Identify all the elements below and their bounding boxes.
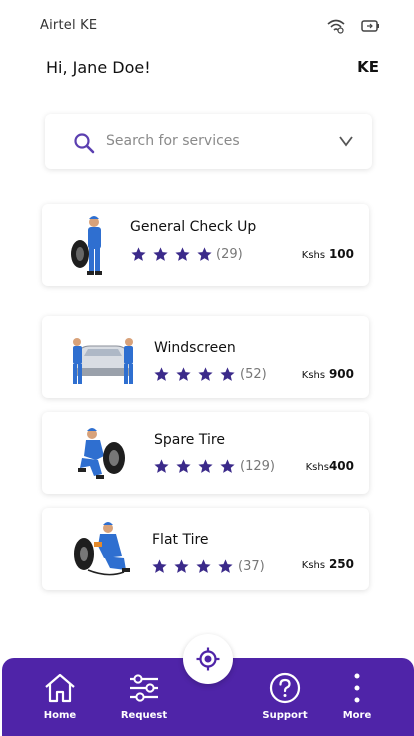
rating-stars	[153, 458, 236, 475]
price-currency: Kshs	[301, 560, 326, 571]
greeting: Hi, Jane Doe!	[46, 58, 151, 77]
star-icon	[175, 247, 190, 261]
star-icon	[198, 459, 213, 473]
status-icons	[326, 18, 380, 34]
rating-stars	[153, 366, 236, 383]
star-icon	[152, 559, 167, 573]
star-icon	[196, 559, 211, 573]
locate-icon	[196, 647, 220, 671]
service-price: Kshs 250	[302, 557, 354, 571]
price-currency: Kshs	[301, 250, 326, 261]
service-price: Kshs 100	[302, 247, 354, 261]
service-card-flat-tire[interactable]: Flat Tire (37) Kshs 250	[42, 508, 369, 590]
star-icon	[154, 459, 169, 473]
star-icon	[218, 559, 233, 573]
star-icon	[153, 247, 168, 261]
star-icon	[176, 459, 191, 473]
status-bar: Airtel KE	[0, 0, 414, 52]
review-count: (29)	[216, 247, 243, 262]
header: Hi, Jane Doe! KE	[0, 56, 414, 82]
chevron-down-icon[interactable]	[338, 134, 354, 148]
nav-item-request[interactable]: Request	[109, 672, 179, 721]
star-icon	[174, 559, 189, 573]
nav-item-more[interactable]: More	[322, 672, 392, 721]
spare-tire-illustration	[78, 428, 125, 479]
service-title: Windscreen	[154, 340, 236, 356]
price-amount: 400	[328, 459, 354, 473]
nav-item-support[interactable]: Support	[250, 672, 320, 721]
service-card-spare-tire[interactable]: Spare Tire (129) Kshs400	[42, 412, 369, 494]
nav-item-home[interactable]: Home	[25, 672, 95, 721]
carrier-name: Airtel KE	[40, 18, 98, 33]
star-icon	[131, 247, 146, 261]
mechanic-tire-illustration	[71, 216, 102, 275]
star-icon	[220, 459, 235, 473]
review-count: (52)	[240, 367, 267, 382]
windscreen-illustration	[73, 338, 133, 384]
service-card-windscreen[interactable]: Windscreen (52) Kshs 900	[42, 316, 369, 398]
search-placeholder: Search for services	[106, 133, 240, 149]
flat-tire-illustration	[74, 522, 130, 576]
help-icon	[269, 672, 301, 704]
nav-label-request: Request	[120, 710, 168, 721]
rating-stars	[130, 246, 213, 263]
search-icon	[74, 133, 95, 154]
country-code[interactable]: KE	[357, 58, 379, 76]
review-count: (129)	[240, 459, 275, 474]
more-icon	[354, 673, 360, 703]
service-price: Kshs400	[306, 459, 354, 473]
star-icon	[198, 367, 213, 381]
locate-button[interactable]	[183, 634, 233, 684]
review-count: (37)	[238, 559, 265, 574]
price-currency: Kshs	[301, 370, 326, 381]
service-price: Kshs 900	[302, 367, 354, 381]
home-icon	[45, 673, 75, 703]
service-title: General Check Up	[130, 219, 257, 235]
star-icon	[176, 367, 191, 381]
nav-label-support: Support	[262, 710, 308, 721]
wifi-icon	[326, 18, 346, 34]
nav-label-home: Home	[43, 710, 77, 721]
sliders-icon	[130, 674, 158, 702]
service-title: Spare Tire	[154, 432, 225, 448]
star-icon	[154, 367, 169, 381]
service-card-general-check-up[interactable]: General Check Up (29) Kshs 100	[42, 204, 369, 286]
star-icon	[220, 367, 235, 381]
search-input[interactable]: Search for services	[45, 114, 372, 169]
price-amount: 900	[328, 367, 354, 381]
nav-label-more: More	[342, 710, 372, 721]
price-amount: 250	[328, 557, 354, 571]
rating-stars	[151, 558, 234, 575]
battery-icon	[360, 18, 380, 34]
service-title: Flat Tire	[152, 532, 209, 548]
star-icon	[197, 247, 212, 261]
price-amount: 100	[328, 247, 354, 261]
price-currency: Kshs	[305, 462, 329, 473]
